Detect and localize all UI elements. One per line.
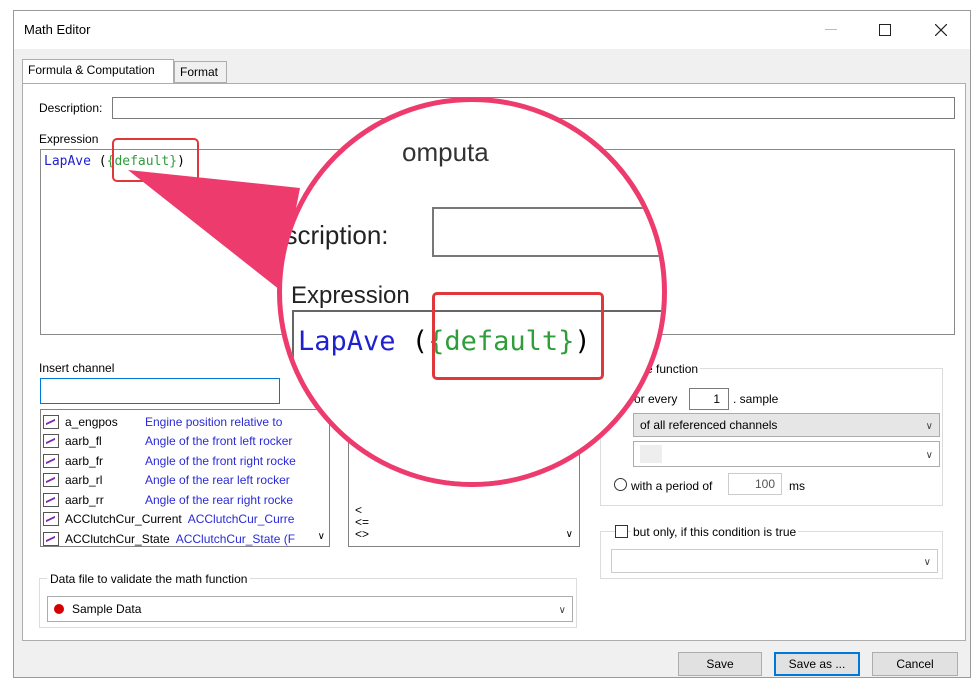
sample-label: . sample: [733, 392, 779, 406]
channel-name: aarb_fl: [65, 434, 102, 449]
cancel-button[interactable]: Cancel: [872, 652, 958, 676]
close-icon: [935, 24, 947, 36]
background-scrap: [0, 0, 976, 10]
save-as-button[interactable]: Save as ...: [774, 652, 860, 676]
zoom-expression-open: (: [395, 326, 429, 357]
sample-data-dot-icon: [54, 604, 64, 614]
maximize-button[interactable]: [862, 17, 908, 43]
channel-icon: [43, 512, 59, 527]
channel-name: a_engpos: [65, 414, 118, 429]
chevron-down-icon: ∨: [925, 421, 933, 432]
minimize-icon: [825, 29, 837, 30]
condition-checkbox[interactable]: [615, 525, 628, 538]
window-title: Math Editor: [24, 22, 91, 37]
insert-channel-label: Insert channel: [39, 361, 115, 375]
maximize-icon: [879, 24, 891, 36]
expression-highlight-box: [112, 138, 199, 182]
zoom-highlight-box: [432, 292, 604, 380]
chevron-down-icon[interactable]: ∨: [566, 529, 573, 540]
channel-name: ACClutchCur_Current: [65, 512, 182, 527]
list-item[interactable]: ACClutchCur_State ACClutchCur_State (F: [41, 529, 329, 546]
channel-name: aarb_rl: [65, 473, 103, 488]
zoom-expression-func: LapAve: [298, 326, 396, 357]
scope-select[interactable]: of all referenced channels ∨: [633, 413, 940, 437]
zoom-expression-label: Expression: [291, 282, 410, 309]
zoom-description-label: escription:: [277, 220, 389, 250]
for-every-input[interactable]: 1: [689, 388, 729, 410]
tab-format[interactable]: Format: [174, 61, 227, 83]
zoom-magnifier: omputa escription: Expression LapAve ({d…: [277, 97, 667, 487]
zoom-description-input: [432, 207, 662, 257]
chevron-down-icon: ∨: [923, 557, 931, 568]
data-file-label: Data file to validate the math function: [47, 572, 251, 586]
minimize-button[interactable]: [808, 17, 854, 43]
period-unit: ms: [789, 479, 805, 493]
tab-formula-computation[interactable]: Formula & Computation: [22, 59, 174, 83]
data-file-selected-value: Sample Data: [72, 602, 142, 616]
channel-desc: Angle of the front left rocker: [145, 434, 293, 449]
close-button[interactable]: [918, 17, 964, 43]
condition-select[interactable]: ∨: [611, 549, 938, 573]
channel-icon: [43, 434, 59, 449]
expression-func: LapAve: [44, 154, 91, 169]
list-item[interactable]: <>: [355, 528, 369, 540]
chevron-down-icon[interactable]: ∨: [318, 531, 325, 542]
zoom-heading-fragment: omputa: [402, 137, 489, 167]
zoom-content: omputa escription: Expression LapAve ({d…: [277, 102, 662, 482]
channel-desc: Angle of the rear right rocke: [145, 492, 294, 507]
channel-icon: [43, 473, 59, 488]
channel-name: aarb_fr: [65, 453, 104, 468]
list-item[interactable]: aarb_rr Angle of the rear right rocke: [41, 490, 329, 510]
channel-desc: Angle of the rear left rocker: [145, 473, 290, 488]
list-item[interactable]: ACClutchCur_Current ACClutchCur_Curre: [41, 510, 329, 530]
chevron-down-icon: ∨: [558, 605, 566, 616]
save-button[interactable]: Save: [678, 652, 762, 676]
channel-icon: [43, 453, 59, 468]
expression-label: Expression: [39, 132, 99, 146]
channel-search-input[interactable]: [40, 378, 280, 404]
operator-items: < <= <>: [355, 504, 369, 540]
chevron-down-icon: ∨: [925, 450, 933, 461]
channel-desc: ACClutchCur_Curre: [187, 512, 295, 527]
channel-select[interactable]: ∨: [633, 441, 940, 467]
channel-icon: [43, 531, 59, 546]
condition-label: but only, if this condition is true: [631, 525, 799, 539]
channel-icon: [43, 414, 59, 429]
description-label: Description:: [39, 101, 103, 115]
channel-desc: ACClutchCur_State (F: [175, 531, 296, 546]
period-input[interactable]: 100: [728, 473, 782, 495]
title-bar: Math Editor: [14, 11, 970, 49]
channel-name: aarb_rr: [65, 492, 104, 507]
data-file-select[interactable]: Sample Data ∨: [47, 596, 573, 622]
channel-name: ACClutchCur_State: [65, 531, 170, 546]
channel-desc: Engine position relative to: [145, 414, 283, 429]
channel-desc: Angle of the front right rocke: [145, 453, 296, 468]
channel-icon: [43, 492, 59, 507]
expression-open: (: [90, 154, 107, 169]
